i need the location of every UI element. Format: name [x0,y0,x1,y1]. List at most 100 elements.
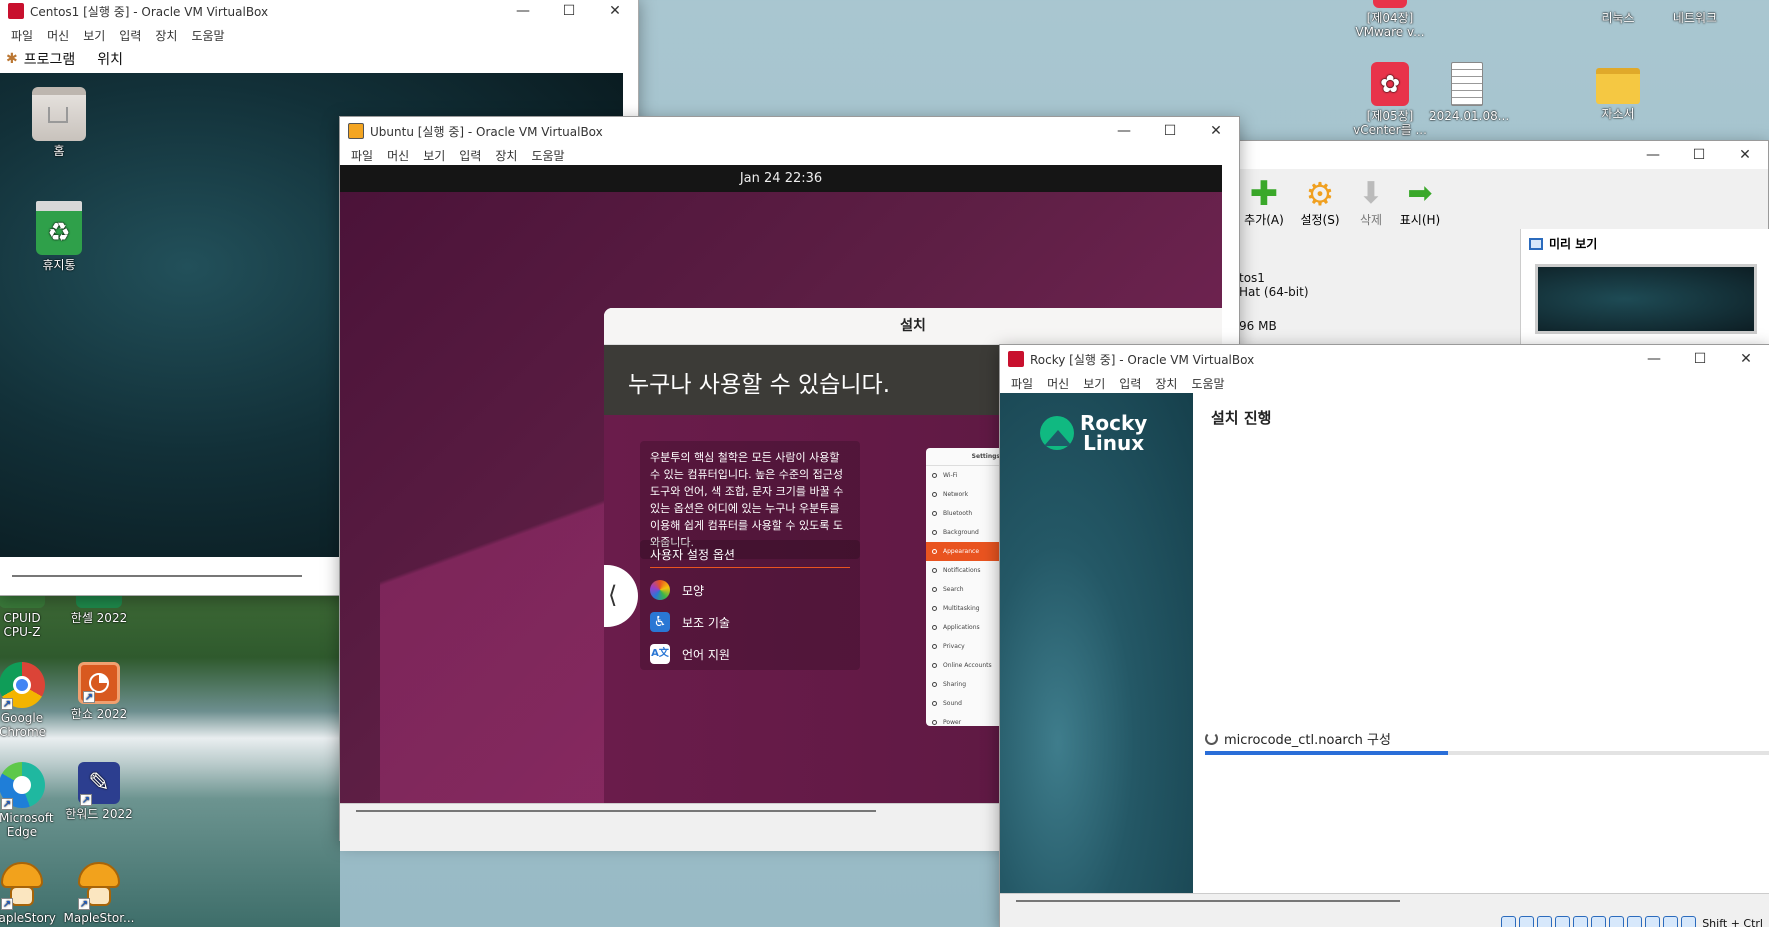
show-button[interactable]: ➡ 표시(H) [1397,177,1443,247]
menu-view[interactable]: 보기 [83,27,105,44]
minimize-button[interactable]: — [1101,117,1147,145]
menu-devices[interactable]: 장치 [155,27,177,44]
desktop-icon-vmware-doc[interactable]: [제04장] VMware v... [1352,0,1428,39]
menu-view[interactable]: 보기 [1083,375,1105,392]
settings-item-label: Notifications [943,567,981,574]
desktop-icon-label: 한셀 2022 [70,611,128,625]
installer-heading: 누구나 사용할 수 있습니다. [628,372,891,398]
desktop-icon-maplestory[interactable]: ↗ MapleStory [0,862,60,925]
settings-button[interactable]: ⚙ 설정(S) [1295,177,1345,247]
maximize-button[interactable]: ☐ [546,0,592,25]
vm-detail-line: 96 MB [1239,319,1277,333]
close-button[interactable]: ✕ [592,0,638,25]
status-usb-icon[interactable] [1573,916,1589,927]
desktop-icon-label: CPUID CPU-Z [3,611,41,639]
menu-input[interactable]: 입력 [459,147,481,164]
close-button[interactable]: ✕ [1722,141,1768,169]
status-network-icon[interactable] [1555,916,1571,927]
desktop-icon-cpuz[interactable]: CPUID CPU-Z [0,590,60,639]
toolbar-label: 추가(A) [1244,213,1284,227]
close-button[interactable]: ✕ [1723,345,1769,373]
rocky-menubar: 파일 머신 보기 입력 장치 도움말 [1000,373,1769,393]
status-shared-folder-icon[interactable] [1591,916,1607,927]
desktop-icon-text-file[interactable]: 2024.01.08... [1429,62,1509,123]
desktop-icon-chrome[interactable]: ↗ Google Chrome [0,662,60,739]
status-recording-icon[interactable] [1627,916,1643,927]
menu-file[interactable]: 파일 [11,27,33,44]
menu-devices[interactable]: 장치 [1155,375,1177,392]
menu-file[interactable]: 파일 [1011,375,1033,392]
menu-help[interactable]: 도움말 [1191,375,1224,392]
horizontal-scrollbar[interactable] [356,810,876,812]
menu-view[interactable]: 보기 [423,147,445,164]
settings-item-label: Wi-Fi [943,472,958,479]
status-optical-icon[interactable] [1519,916,1535,927]
maximize-button[interactable]: ☐ [1677,345,1723,373]
menu-machine[interactable]: 머신 [47,27,69,44]
desktop-icon-edge[interactable]: ↗ Microsoft Edge [0,762,60,839]
menu-places[interactable]: 위치 [97,49,123,69]
toolbar-label: 설정(S) [1300,213,1340,227]
menu-help[interactable]: 도움말 [531,147,564,164]
maximize-button[interactable]: ☐ [1147,117,1193,145]
desktop-icon-hanshow[interactable]: ↗ 한쇼 2022 [61,662,137,721]
settings-item-icon [932,568,937,573]
status-display-icon[interactable] [1609,916,1625,927]
slide-prev-button[interactable]: ⟨ [604,565,638,627]
settings-item: Bluetooth [926,504,1006,523]
menu-file[interactable]: 파일 [351,147,373,164]
minimize-button[interactable]: — [1631,345,1677,373]
horizontal-scrollbar[interactable] [1016,900,1400,902]
settings-item: Network [926,485,1006,504]
desktop-icon-vcenter-doc[interactable]: ✿ [제05장] vCenter를 ... [1352,62,1428,137]
option-label: 언어 지원 [682,647,730,662]
settings-item-label: Applications [943,624,980,631]
menu-help[interactable]: 도움말 [191,27,224,44]
desktop-icon-label: 한워드 2022 [65,807,133,821]
preview-thumbnail [1535,264,1757,334]
desktop-icon-label: [제04장] VMware v... [1355,11,1425,39]
menu-machine[interactable]: 머신 [1047,375,1069,392]
desktop-icon-label: Microsoft Edge [0,811,54,839]
maximize-button[interactable]: ☐ [1676,141,1722,169]
delete-button[interactable]: ⬇ 삭제 [1353,177,1389,247]
menu-input[interactable]: 입력 [119,27,141,44]
option-appearance[interactable]: 모양 [650,574,850,606]
menu-devices[interactable]: 장치 [495,147,517,164]
desktop-icon-hanword[interactable]: ✎ ↗ 한워드 2022 [61,762,137,821]
option-label: 모양 [682,583,705,598]
status-mouse-icon[interactable] [1663,916,1679,927]
desktop-icon-trash[interactable]: ♻ 휴지통 [21,201,97,272]
settings-header: Settings [926,448,1006,466]
topbar-clock[interactable]: Jan 24 22:36 [740,171,822,186]
status-disk-icon[interactable] [1501,916,1517,927]
desktop-icon-maplestory-2[interactable]: ↗ MapleStor... [61,862,137,925]
desktop-icon-network-folder[interactable]: 네트워크 [1657,0,1733,25]
option-accessibility[interactable]: ♿ 보조 기술 [650,606,850,638]
add-button[interactable]: ✚ 추가(A) [1241,177,1287,247]
options-panel: 사용자 설정 옵션 모양 ♿ 보조 기술 A文 언어 지원 [640,540,860,670]
installer-title: 설치 [900,318,926,334]
menu-machine[interactable]: 머신 [387,147,409,164]
desktop-icon-label: 자소서 [1601,107,1635,121]
desktop-icon-resume-folder[interactable]: 자소서 [1580,62,1656,121]
menu-input[interactable]: 입력 [1119,375,1141,392]
desktop-icon-linux-folder[interactable]: 리눅스 [1580,0,1656,25]
virtualbox-icon [8,3,24,19]
status-keyboard-icon[interactable] [1681,916,1697,927]
settings-item-label: Appearance [943,548,980,555]
minimize-button[interactable]: — [1630,141,1676,169]
menu-applications[interactable]: 프로그램 [24,49,76,69]
rocky-window: Rocky [실행 중] - Oracle VM VirtualBox — ☐ … [999,344,1769,927]
desktop-icon-home[interactable]: 홈 [21,87,97,158]
option-language[interactable]: A文 언어 지원 [650,638,850,670]
horizontal-scrollbar[interactable] [12,575,302,577]
language-icon: A文 [650,644,670,664]
status-audio-icon[interactable] [1537,916,1553,927]
ubuntu-titlebar: Ubuntu [실행 중] - Oracle VM VirtualBox — ☐… [340,117,1239,145]
close-button[interactable]: ✕ [1193,117,1239,145]
minimize-button[interactable]: — [500,0,546,25]
settings-item-label: Network [943,491,969,498]
gnome-foot-icon: ✱ [6,51,18,67]
status-cpu-icon[interactable] [1645,916,1661,927]
